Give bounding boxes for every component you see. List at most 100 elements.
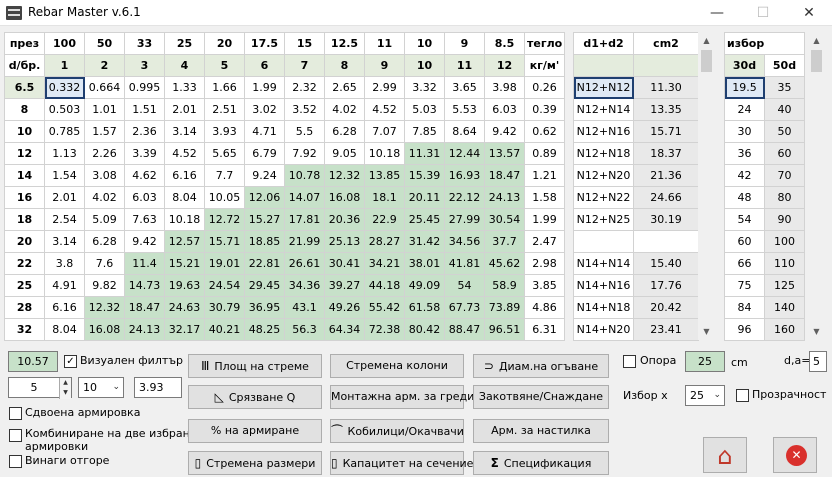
column-header-count[interactable]: 4 xyxy=(164,54,205,77)
anchorage-cell[interactable]: 96 xyxy=(724,318,765,341)
anchorage-cell[interactable]: 60 xyxy=(724,230,765,253)
combo-area-cell[interactable]: 15.40 xyxy=(633,252,699,275)
area-cell[interactable]: 9.05 xyxy=(324,142,365,165)
area-cell[interactable]: 7.92 xyxy=(284,142,325,165)
column-header-spacing[interactable]: 9 xyxy=(444,32,485,55)
column-header-count[interactable]: кг/м' xyxy=(524,54,565,77)
combo-area-cell[interactable]: 24.66 xyxy=(633,186,699,209)
area-cell[interactable]: 0.503 xyxy=(44,98,85,121)
area-cell[interactable]: 12.44 xyxy=(444,142,485,165)
filter-value-field[interactable]: 10.57 xyxy=(8,351,58,372)
area-cell[interactable]: 44.18 xyxy=(364,274,405,297)
area-cell[interactable]: 64.34 xyxy=(324,318,365,341)
area-cell[interactable]: 4.52 xyxy=(164,142,205,165)
area-cell[interactable]: 9.42 xyxy=(124,230,165,253)
column-header-spacing[interactable]: 8.5 xyxy=(484,32,525,55)
area-cell[interactable]: 18.85 xyxy=(244,230,285,253)
row-header-diameter[interactable]: 18 xyxy=(4,208,45,231)
combo-name-cell[interactable]: N12+N18 xyxy=(573,142,634,165)
area-cell[interactable]: 36.95 xyxy=(244,296,285,319)
double-reinforcement-checkbox[interactable] xyxy=(9,407,22,420)
area-cell[interactable]: 30.41 xyxy=(324,252,365,275)
area-cell[interactable]: 5.65 xyxy=(204,142,245,165)
weight-cell[interactable]: 4.86 xyxy=(524,296,565,319)
row-header-diameter[interactable]: 22 xyxy=(4,252,45,275)
area-cell[interactable]: 24.63 xyxy=(164,296,205,319)
area-cell[interactable]: 24.13 xyxy=(484,186,525,209)
column-subheader[interactable]: 50d xyxy=(764,54,805,77)
area-cell[interactable]: 31.42 xyxy=(404,230,445,253)
row-header-diameter[interactable]: 16 xyxy=(4,186,45,209)
row-header-diameter[interactable]: 32 xyxy=(4,318,45,341)
area-cell[interactable]: 26.61 xyxy=(284,252,325,275)
area-cell[interactable]: 43.1 xyxy=(284,296,325,319)
area-cell[interactable]: 80.42 xyxy=(404,318,445,341)
row-header-diameter[interactable]: 10 xyxy=(4,120,45,143)
column-subheader[interactable]: 30d xyxy=(724,54,765,77)
visual-filter-checkbox[interactable]: ✓ xyxy=(64,355,77,368)
area-cell[interactable]: 56.3 xyxy=(284,318,325,341)
anchorage-cell[interactable]: 36 xyxy=(724,142,765,165)
row-header-diameter[interactable]: 6.5 xyxy=(4,76,45,99)
row-header-diameter[interactable]: 25 xyxy=(4,274,45,297)
chevron-down-icon[interactable]: ▼ xyxy=(60,388,71,398)
weight-cell[interactable]: 1.99 xyxy=(524,208,565,231)
weight-cell[interactable]: 3.85 xyxy=(524,274,565,297)
area-cell[interactable]: 30.79 xyxy=(204,296,245,319)
column-header-spacing[interactable]: 33 xyxy=(124,32,165,55)
column-header[interactable]: избор xyxy=(724,32,805,55)
area-cell[interactable]: 2.36 xyxy=(124,120,165,143)
row-header-diameter[interactable]: 28 xyxy=(4,296,45,319)
area-cell[interactable]: 1.66 xyxy=(204,76,245,99)
area-cell[interactable]: 21.99 xyxy=(284,230,325,253)
area-cell[interactable]: 10.05 xyxy=(204,186,245,209)
area-cell[interactable]: 6.16 xyxy=(44,296,85,319)
anchorage-cell[interactable]: 160 xyxy=(764,318,805,341)
area-cell[interactable]: 20.36 xyxy=(324,208,365,231)
area-cell[interactable]: 7.7 xyxy=(204,164,245,187)
anchorage-cell[interactable]: 30 xyxy=(724,120,765,143)
combo-name-cell[interactable]: N12+N20 xyxy=(573,164,634,187)
area-cell[interactable]: 0.332 xyxy=(44,76,85,99)
minimize-button[interactable]: — xyxy=(694,0,740,26)
scroll-thumb[interactable] xyxy=(701,50,712,72)
anchorage-cell[interactable]: 48 xyxy=(724,186,765,209)
anchorage-cell[interactable]: 100 xyxy=(764,230,805,253)
area-cell[interactable]: 6.28 xyxy=(84,230,125,253)
anchorage-cell[interactable]: 70 xyxy=(764,164,805,187)
section-capacity-button[interactable]: ▯ Капацитет на сечение xyxy=(330,451,473,475)
row-header-diameter[interactable]: 14 xyxy=(4,164,45,187)
weight-cell[interactable]: 0.26 xyxy=(524,76,565,99)
combo-name-cell[interactable] xyxy=(573,230,634,253)
column-stirrups-button[interactable]: Стремена колони xyxy=(330,354,464,378)
area-cell[interactable]: 4.52 xyxy=(364,98,405,121)
area-cell[interactable]: 39.27 xyxy=(324,274,365,297)
scroll-down-icon[interactable]: ▼ xyxy=(698,323,715,340)
column-header[interactable]: d1+d2 xyxy=(573,32,634,55)
area-cell[interactable]: 4.02 xyxy=(84,186,125,209)
area-cell[interactable]: 0.664 xyxy=(84,76,125,99)
area-cell[interactable]: 10.18 xyxy=(164,208,205,231)
shear-q-button[interactable]: ◺ Срязване Q xyxy=(188,385,322,409)
transparency-checkbox[interactable] xyxy=(736,389,749,402)
area-cell[interactable]: 49.09 xyxy=(404,274,445,297)
area-cell[interactable]: 58.9 xyxy=(484,274,525,297)
area-cell[interactable]: 54 xyxy=(444,274,485,297)
scroll-up-icon[interactable]: ▲ xyxy=(808,32,825,49)
area-cell[interactable]: 0.785 xyxy=(44,120,85,143)
area-cell[interactable]: 7.63 xyxy=(124,208,165,231)
area-cell[interactable]: 3.52 xyxy=(284,98,325,121)
da-value-field[interactable]: 5 xyxy=(809,351,827,372)
area-cell[interactable]: 18.1 xyxy=(364,186,405,209)
column-header-count[interactable]: 11 xyxy=(444,54,485,77)
row-header-diameter[interactable]: 20 xyxy=(4,230,45,253)
close-button[interactable]: ✕ xyxy=(786,0,832,26)
area-cell[interactable]: 29.45 xyxy=(244,274,285,297)
area-cell[interactable]: 8.04 xyxy=(44,318,85,341)
column-header-spacing[interactable]: тегло xyxy=(524,32,565,55)
area-cell[interactable]: 19.63 xyxy=(164,274,205,297)
area-cell[interactable]: 1.33 xyxy=(164,76,205,99)
area-cell[interactable]: 9.42 xyxy=(484,120,525,143)
exit-button[interactable]: ✕ xyxy=(773,437,817,473)
beam-assembly-button[interactable]: Монтажна арм. за греди xyxy=(330,385,474,409)
